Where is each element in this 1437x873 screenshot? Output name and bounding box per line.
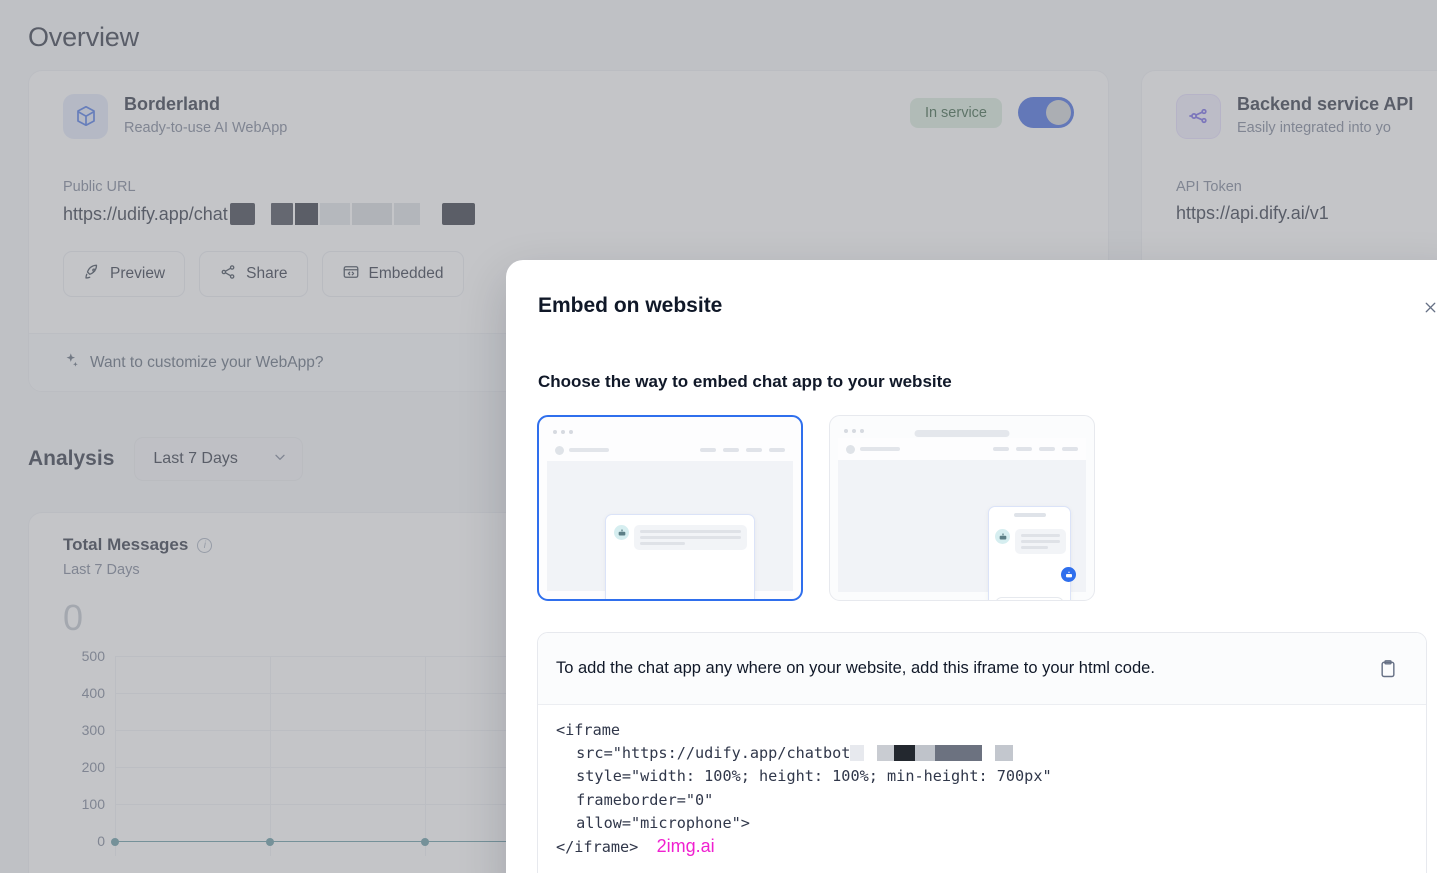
mini-nav-link	[746, 448, 762, 452]
mini-text-line	[640, 542, 686, 545]
mini-nav-link	[1039, 447, 1055, 451]
mini-site-nav	[838, 438, 1086, 460]
clipboard-icon[interactable]	[1376, 657, 1400, 681]
embed-options	[537, 415, 1095, 601]
mini-nav-link	[700, 448, 716, 452]
redacted-block	[915, 745, 936, 762]
mini-browser-titlebar	[547, 425, 793, 438]
window-dot	[561, 429, 565, 434]
watermark: 2img.ai	[656, 836, 715, 857]
mini-message-bubble	[634, 525, 747, 550]
modal-subtitle: Choose the way to embed chat app to your…	[538, 372, 952, 391]
mini-nav-link	[1062, 447, 1078, 451]
redacted-block	[850, 745, 865, 762]
send-icon	[735, 599, 742, 601]
chat-bubble-fab-icon	[1061, 567, 1076, 582]
mini-text-line	[1021, 540, 1060, 543]
mini-site-logo	[846, 444, 855, 454]
mini-nav-links	[993, 447, 1078, 451]
redacted-block	[877, 745, 895, 762]
mini-nav-links	[700, 448, 785, 452]
embed-code-block[interactable]: <iframe src="https://udify.app/chatbot s…	[538, 705, 1426, 859]
mini-site-brand	[860, 447, 900, 451]
mini-chat-input	[995, 595, 1064, 600]
bot-avatar-icon	[995, 529, 1010, 544]
embed-option-chat-bubble[interactable]	[829, 415, 1095, 601]
code-line-5: allow="microphone">	[567, 813, 750, 832]
mini-message-bubble	[1015, 529, 1066, 554]
close-icon[interactable]	[1416, 293, 1437, 321]
mini-text-line	[1021, 534, 1060, 537]
code-line-6: </iframe>	[556, 838, 639, 857]
window-dot	[844, 428, 848, 433]
code-line-2: src="https://udify.app/chatbot	[567, 744, 851, 763]
mini-nav-link	[723, 448, 739, 452]
mini-site-body	[838, 460, 1086, 600]
mini-chat-message	[995, 529, 1066, 554]
code-line-4: frameborder="0"	[567, 790, 714, 809]
mini-url-bar	[914, 430, 1010, 437]
mini-nav-link	[769, 448, 785, 452]
mini-chat-window	[605, 514, 755, 601]
mini-nav-link	[1016, 447, 1032, 451]
bot-avatar-icon	[614, 525, 629, 540]
window-dot	[569, 429, 573, 434]
send-icon	[1051, 595, 1058, 600]
redacted-block	[995, 745, 1014, 762]
microphone-icon	[1039, 595, 1046, 600]
embed-code-instruction: To add the chat app any where on your we…	[556, 659, 1155, 677]
redacted-block	[894, 745, 916, 762]
microphone-icon	[723, 599, 730, 601]
mini-text-line	[640, 536, 741, 539]
redacted-block	[935, 745, 983, 762]
mini-site-logo	[555, 445, 564, 455]
modal-title: Embed on website	[538, 294, 723, 317]
mini-nav-link	[993, 447, 1009, 451]
mini-text-line	[1021, 546, 1049, 549]
redacted-block	[864, 745, 878, 762]
code-line-3: style="width: 100%; height: 100%; min-he…	[567, 767, 1052, 786]
window-dot	[852, 428, 856, 433]
mini-site-brand	[569, 448, 609, 452]
embed-on-website-modal: Embed on website Choose the way to embed…	[506, 260, 1437, 873]
mini-site-nav	[547, 439, 793, 461]
embed-option-iframe-inline[interactable]	[537, 415, 803, 601]
embed-code-panel: To add the chat app any where on your we…	[537, 632, 1427, 873]
mini-browser-titlebar	[838, 424, 1086, 437]
redacted-block	[982, 745, 996, 762]
window-dot	[860, 428, 864, 433]
mini-site-body	[547, 461, 793, 599]
mini-chat-message	[614, 525, 747, 550]
embed-code-header: To add the chat app any where on your we…	[538, 633, 1426, 705]
code-line-1: <iframe	[556, 721, 621, 739]
window-dot	[553, 429, 557, 434]
mini-text-line	[640, 530, 741, 533]
mini-chat-header	[989, 507, 1070, 523]
app-root: Overview Borderland Ready-to-use AI WebA…	[0, 0, 1437, 873]
mini-chat-title-bar	[1013, 513, 1046, 517]
mini-chat-window	[988, 506, 1071, 600]
